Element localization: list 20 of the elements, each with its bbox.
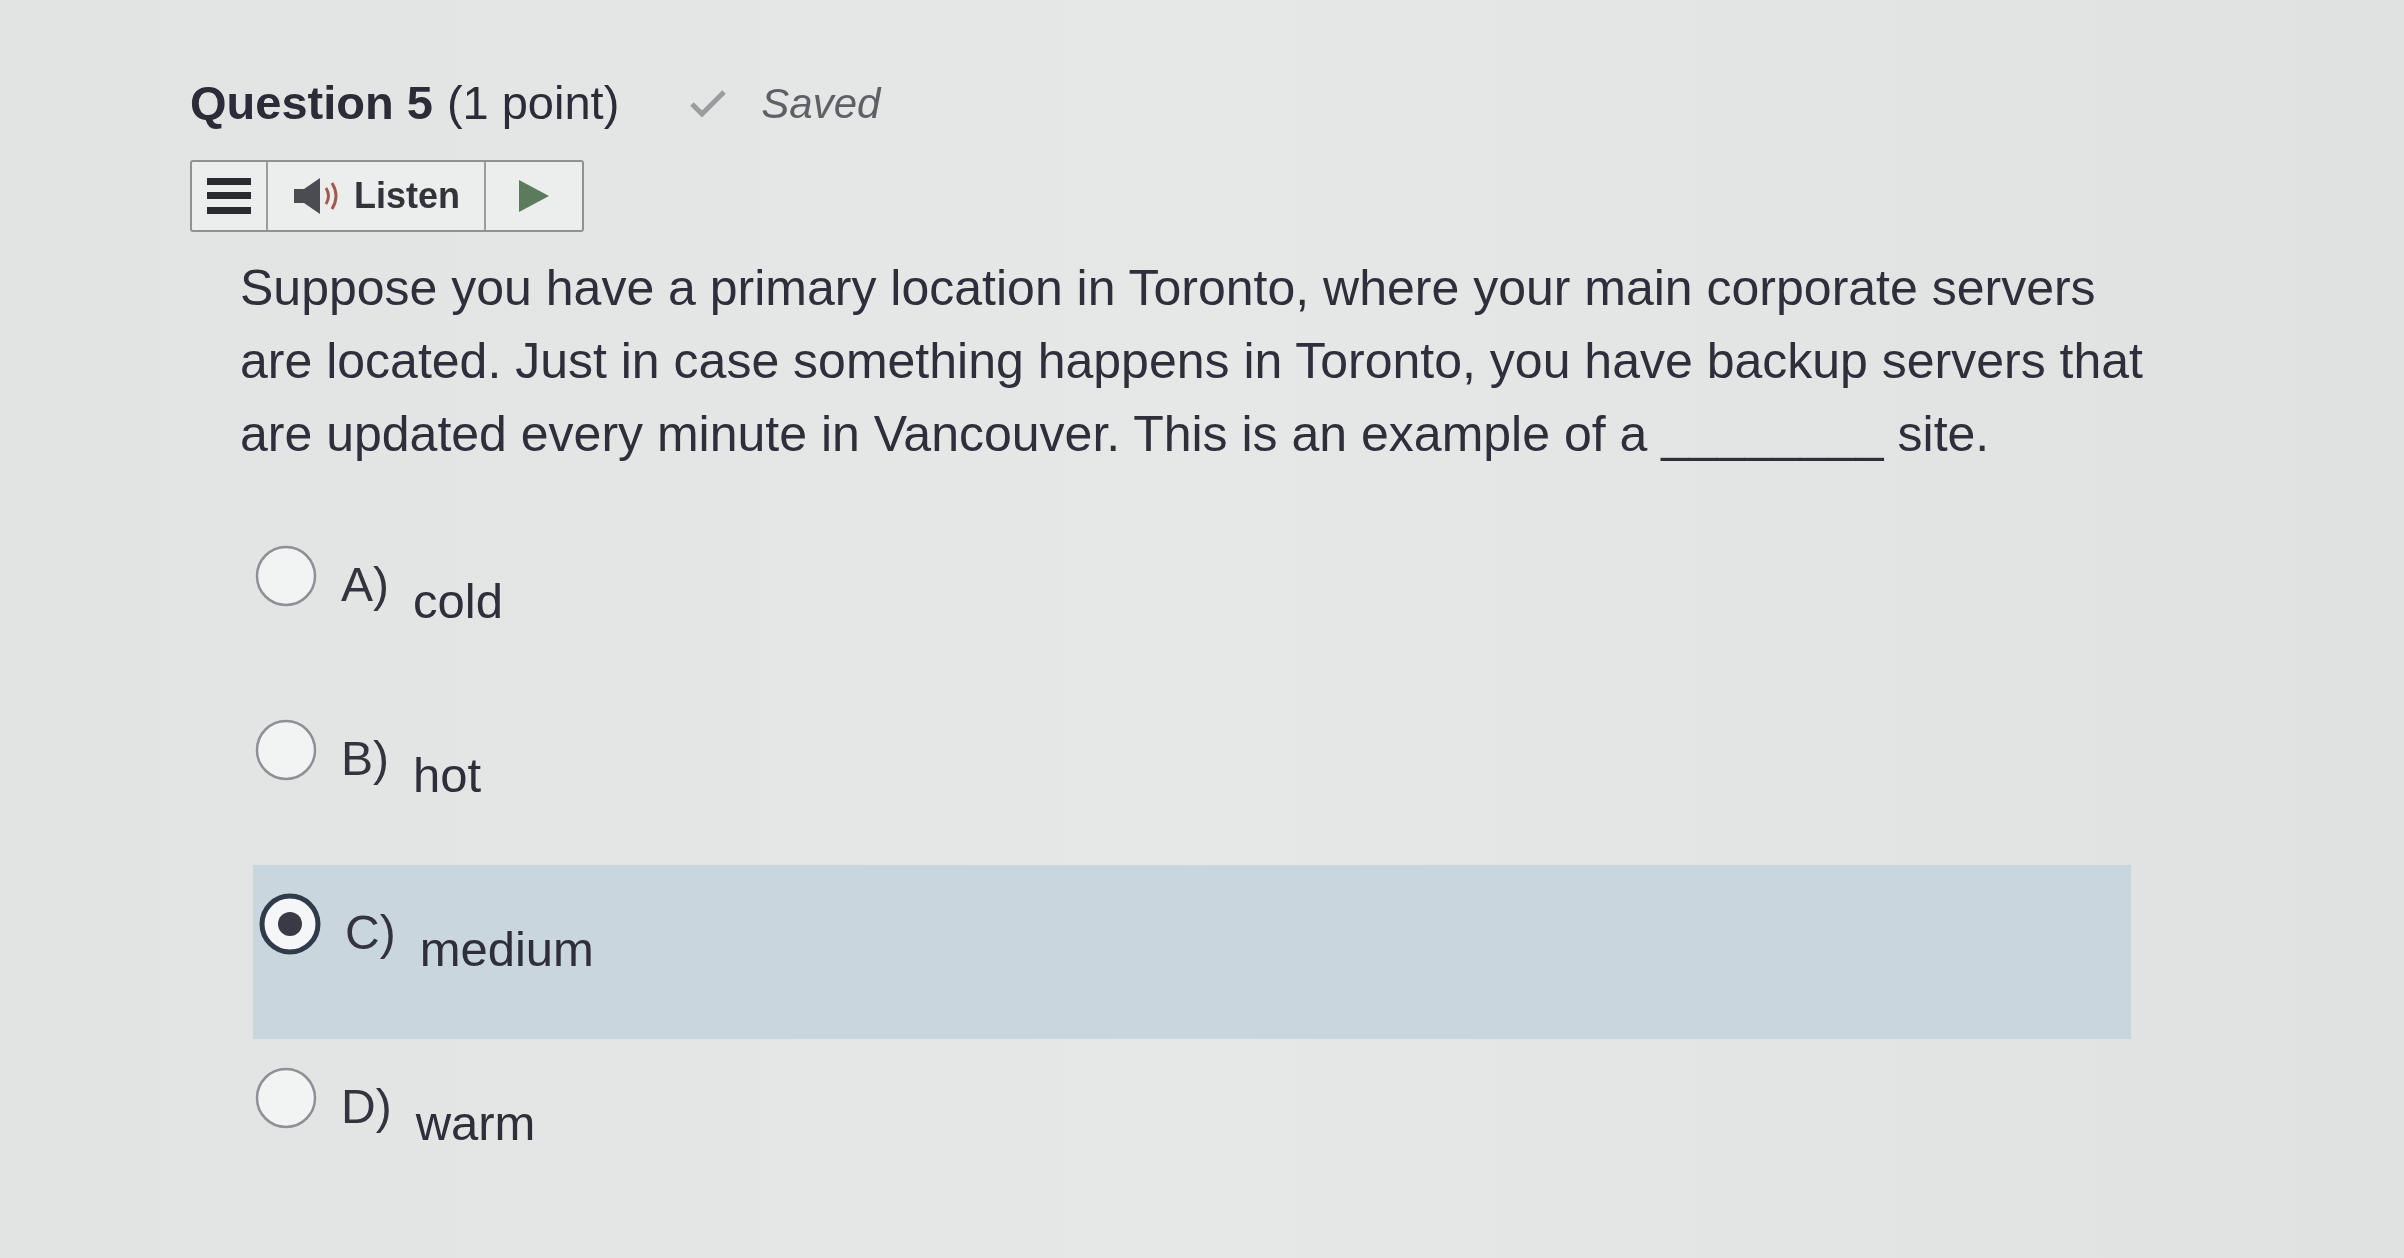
option-letter: D) <box>341 1079 392 1135</box>
menu-icon <box>207 178 251 214</box>
check-icon <box>689 88 728 118</box>
play-icon <box>519 180 549 212</box>
option-letter: C) <box>345 905 396 961</box>
radio-icon[interactable] <box>255 719 317 781</box>
radio-selected-icon[interactable] <box>259 893 321 955</box>
option-letter: A) <box>341 557 389 613</box>
option-text: medium <box>419 921 594 978</box>
question-title: Question 5 <box>190 74 433 131</box>
option-letter: B) <box>341 731 389 787</box>
option-text: warm <box>415 1095 536 1152</box>
question-text: Suppose you have a primary location in Toronto, where your main corporate servers are located. Just in case something happens in Toronto, you have backup servers that are updated every minute in Vancouver. This is an example of a ________ site. <box>240 259 2143 464</box>
listen-button[interactable]: Listen <box>268 162 486 230</box>
saved-status: Saved <box>761 78 881 129</box>
points-label: (1 point) <box>446 74 620 131</box>
option-text: hot <box>413 747 482 804</box>
radio-icon[interactable] <box>255 1067 317 1129</box>
radio-icon[interactable] <box>255 545 317 607</box>
option-text: cold <box>413 573 503 630</box>
